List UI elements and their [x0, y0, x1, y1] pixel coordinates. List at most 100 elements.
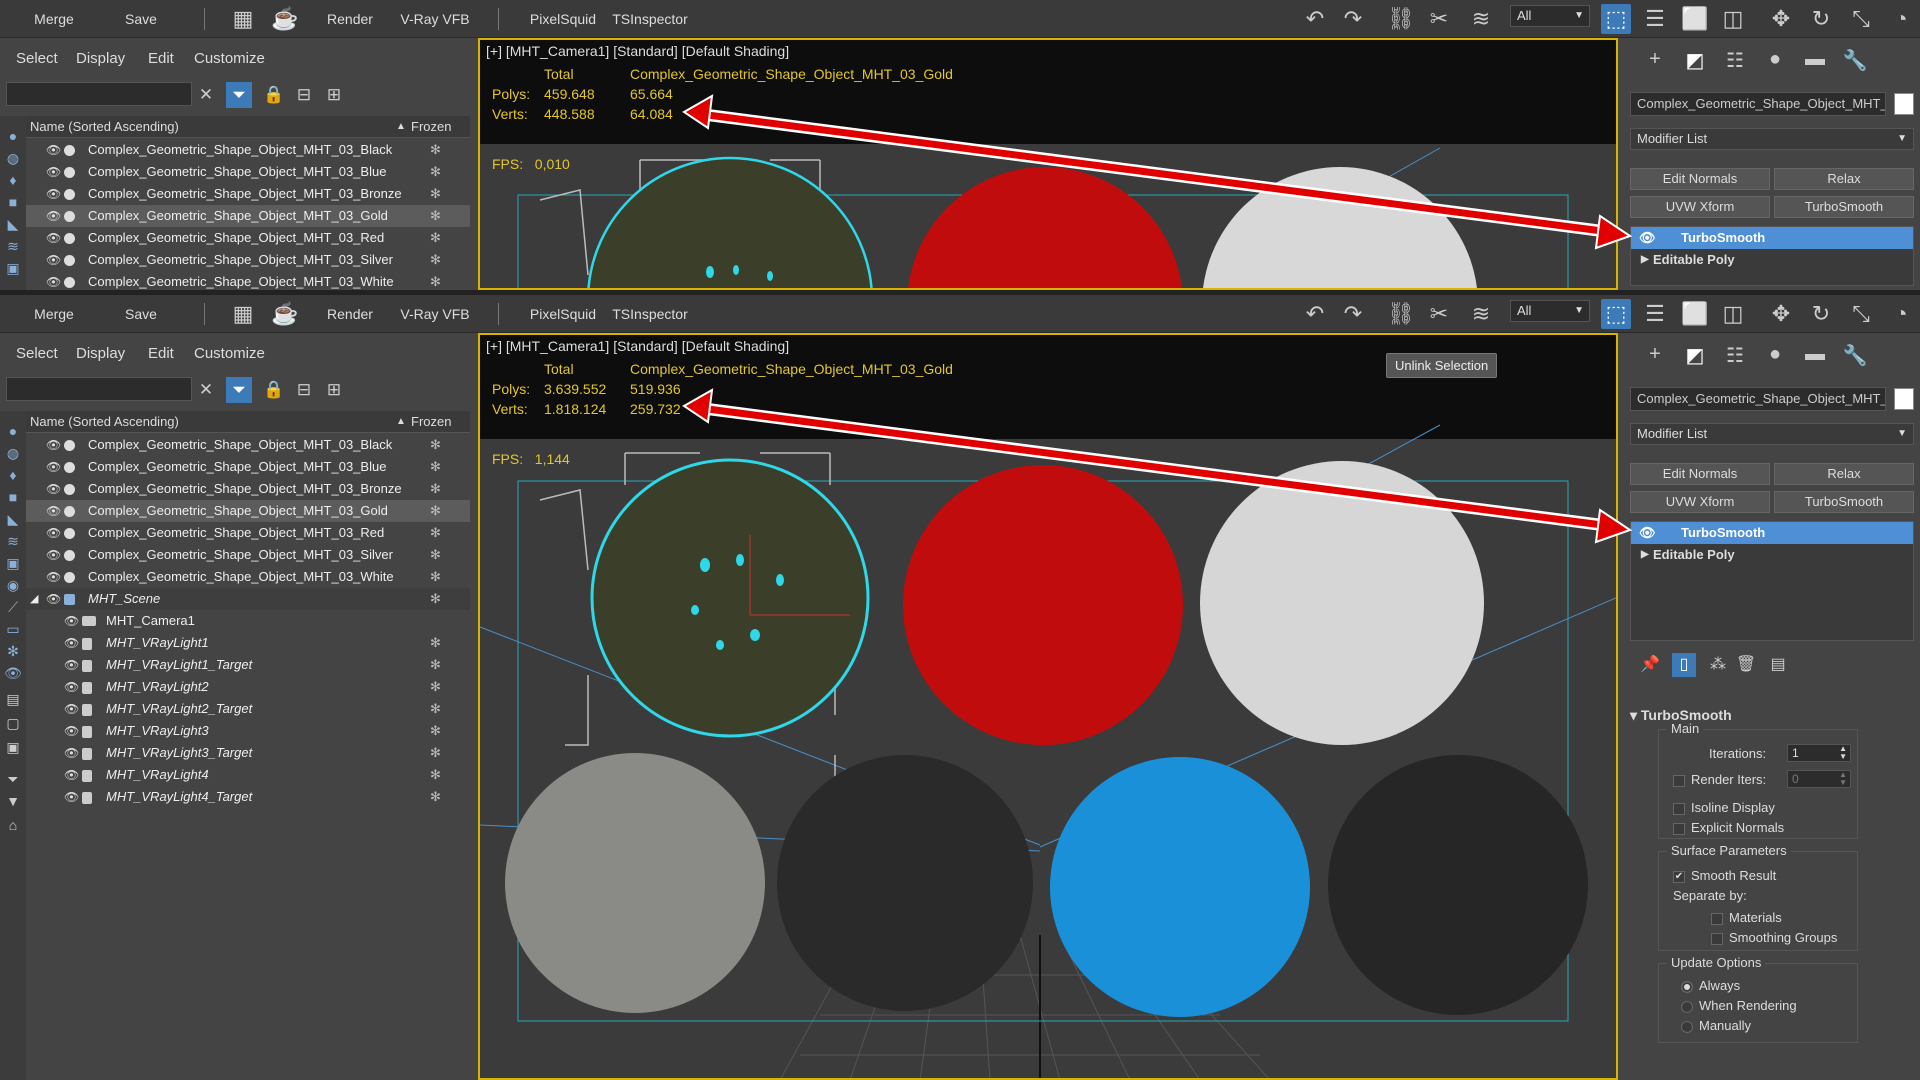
group-filter-icon[interactable]: ▣	[3, 258, 23, 278]
modify-tab-icon[interactable]: ◩	[1680, 343, 1710, 369]
motion-tab-icon[interactable]: ●	[1760, 48, 1790, 74]
freeze-icon[interactable]: ✻	[430, 271, 441, 290]
tree-row[interactable]: 👁 MHT_VRayLight3 ✻	[26, 720, 470, 742]
object-name-field[interactable]: Complex_Geometric_Shape_Object_MHT_03_Go…	[1630, 387, 1886, 411]
eye-icon[interactable]: 👁	[46, 588, 61, 610]
freeze-icon[interactable]: ✻	[430, 434, 441, 456]
shape-filter-icon[interactable]: ◍	[3, 443, 23, 463]
freeze-icon[interactable]: ✻	[430, 500, 441, 522]
scale-icon[interactable]: ⤡	[1846, 4, 1876, 34]
eye-icon[interactable]: 👁	[46, 434, 61, 456]
tree-row[interactable]: 👁 Complex_Geometric_Shape_Object_MHT_03_R…	[26, 227, 470, 249]
eye-icon[interactable]: 👁	[46, 139, 61, 161]
eye-icon[interactable]: 👁	[46, 205, 61, 227]
edit-normals-button[interactable]: Edit Normals	[1630, 168, 1770, 190]
tree-row[interactable]: 👁 MHT_VRayLight2_Target ✻	[26, 698, 470, 720]
create-tab-icon[interactable]: +	[1640, 343, 1670, 369]
clear-search-icon[interactable]: ✕	[193, 82, 219, 108]
rotate-icon[interactable]: ↻	[1806, 4, 1836, 34]
configure-sets-icon[interactable]: ▤	[1766, 653, 1790, 677]
lock-icon[interactable]: 🔒	[261, 377, 287, 403]
stack-item-turbosmooth[interactable]: 👁 TurboSmooth	[1631, 227, 1913, 249]
uvw-xform-button[interactable]: UVW Xform	[1630, 196, 1770, 218]
undo-icon[interactable]: ↶	[1300, 299, 1330, 329]
explorer-menu-select[interactable]: Select	[16, 345, 58, 362]
select-by-name-icon[interactable]: ☰	[1640, 299, 1670, 329]
eye-icon[interactable]: 👁	[46, 522, 61, 544]
layer-icon[interactable]: ⊞	[321, 377, 347, 403]
iterations-spinner[interactable]: 1 ▲ ▼	[1787, 744, 1851, 762]
geometry-filter-icon[interactable]: ●	[3, 421, 23, 441]
eye-icon[interactable]: 👁	[64, 632, 79, 654]
pin-stack-icon[interactable]: 📌	[1638, 653, 1662, 677]
eye-icon[interactable]: 👁	[64, 786, 79, 808]
modifier-list-dropdown[interactable]: Modifier List ▼	[1630, 128, 1914, 150]
when-rendering-radio[interactable]: When Rendering	[1681, 998, 1797, 1013]
eye-icon[interactable]: 👁	[46, 566, 61, 588]
tree-row-selected[interactable]: 👁 Complex_Geometric_Shape_Object_MHT_03_G…	[26, 205, 470, 227]
create-tab-icon[interactable]: +	[1640, 48, 1670, 74]
tree-row[interactable]: 👁 Complex_Geometric_Shape_Object_MHT_03_W…	[26, 271, 470, 290]
freeze-icon[interactable]: ✻	[430, 720, 441, 742]
placement-icon[interactable]: ◔	[1886, 299, 1916, 329]
clear-search-icon[interactable]: ✕	[193, 377, 219, 403]
name-column-header[interactable]: Name (Sorted Ascending)	[30, 116, 179, 138]
tsinspector-button[interactable]: TSInspector	[612, 295, 688, 333]
freeze-icon[interactable]: ✻	[430, 786, 441, 808]
tree-row[interactable]: 👁 Complex_Geometric_Shape_Object_MHT_03_R…	[26, 522, 470, 544]
tree-row-group[interactable]: ◢ 👁 MHT_Scene ✻	[26, 588, 470, 610]
bind-spacewarp-icon[interactable]: ≋	[1466, 4, 1496, 34]
freeze-icon[interactable]: ✻	[430, 478, 441, 500]
light-filter-icon[interactable]: ♦	[3, 465, 23, 485]
render-teapot-icon[interactable]: ☕	[270, 299, 300, 329]
link-icon[interactable]: ⛓	[1386, 4, 1416, 34]
turbosmooth-button[interactable]: TurboSmooth	[1774, 196, 1914, 218]
frozen-filter-icon[interactable]: ✻	[3, 641, 23, 661]
freeze-icon[interactable]: ✻	[430, 654, 441, 676]
motion-tab-icon[interactable]: ●	[1760, 343, 1790, 369]
tree-row[interactable]: 👁 MHT_VRayLight4 ✻	[26, 764, 470, 786]
eye-icon[interactable]: 👁	[64, 676, 79, 698]
freeze-icon[interactable]: ✻	[430, 205, 441, 227]
save-button[interactable]: Save	[116, 0, 166, 38]
freeze-icon[interactable]: ✻	[430, 632, 441, 654]
spacewarp-filter-icon[interactable]: ≋	[3, 236, 23, 256]
select-object-icon[interactable]: ⬚	[1601, 4, 1631, 34]
render-setup-icon[interactable]: ▦	[228, 4, 258, 34]
explorer-search-input[interactable]	[6, 82, 192, 106]
group-filter-icon[interactable]: ▣	[3, 553, 23, 573]
eye-icon[interactable]: 👁	[46, 478, 61, 500]
explorer-menu-customize[interactable]: Customize	[194, 50, 265, 67]
tree-row[interactable]: 👁 Complex_Geometric_Shape_Object_MHT_03_S…	[26, 249, 470, 271]
eye-icon[interactable]: 👁	[46, 249, 61, 271]
rotate-icon[interactable]: ↻	[1806, 299, 1836, 329]
tree-row[interactable]: 👁 Complex_Geometric_Shape_Object_MHT_03_B…	[26, 139, 470, 161]
stack-item-editable-poly[interactable]: ▶ Editable Poly	[1631, 544, 1913, 566]
window-crossing-icon[interactable]: ◫	[1718, 4, 1748, 34]
select-filter-icon[interactable]: ⏷	[3, 769, 23, 789]
turbosmooth-button[interactable]: TurboSmooth	[1774, 491, 1914, 513]
eye-icon[interactable]: 👁	[46, 544, 61, 566]
layer-icon[interactable]: ⊞	[321, 82, 347, 108]
tree-row[interactable]: 👁 Complex_Geometric_Shape_Object_MHT_03_W…	[26, 566, 470, 588]
link-icon[interactable]: ⛓	[1386, 299, 1416, 329]
unlink-icon[interactable]: ✂	[1424, 4, 1454, 34]
eye-icon[interactable]: 👁	[64, 610, 79, 632]
tree-row[interactable]: 👁 MHT_Camera1	[26, 610, 470, 632]
render-iters-checkbox[interactable]: Render Iters:	[1673, 772, 1766, 787]
explorer-menu-display[interactable]: Display	[76, 345, 125, 362]
render-iters-spinner[interactable]: 0 ▲ ▼	[1787, 770, 1851, 788]
redo-icon[interactable]: ↷	[1338, 299, 1368, 329]
stack-item-turbosmooth[interactable]: 👁 TurboSmooth	[1631, 522, 1913, 544]
selection-filter-dropdown[interactable]: All ▼	[1510, 5, 1590, 27]
display-children-icon[interactable]: ▤	[3, 689, 23, 709]
hierarchy-tab-icon[interactable]: ☷	[1720, 343, 1750, 369]
freeze-icon[interactable]: ✻	[430, 139, 441, 161]
modifier-list-dropdown[interactable]: Modifier List ▼	[1630, 423, 1914, 445]
eye-icon[interactable]: 👁	[64, 742, 79, 764]
edit-normals-button[interactable]: Edit Normals	[1630, 463, 1770, 485]
freeze-icon[interactable]: ✻	[430, 249, 441, 271]
smooth-result-checkbox[interactable]: ✔ Smooth Result	[1673, 868, 1776, 883]
freeze-icon[interactable]: ✻	[430, 522, 441, 544]
stack-item-editable-poly[interactable]: ▶ Editable Poly	[1631, 249, 1913, 271]
